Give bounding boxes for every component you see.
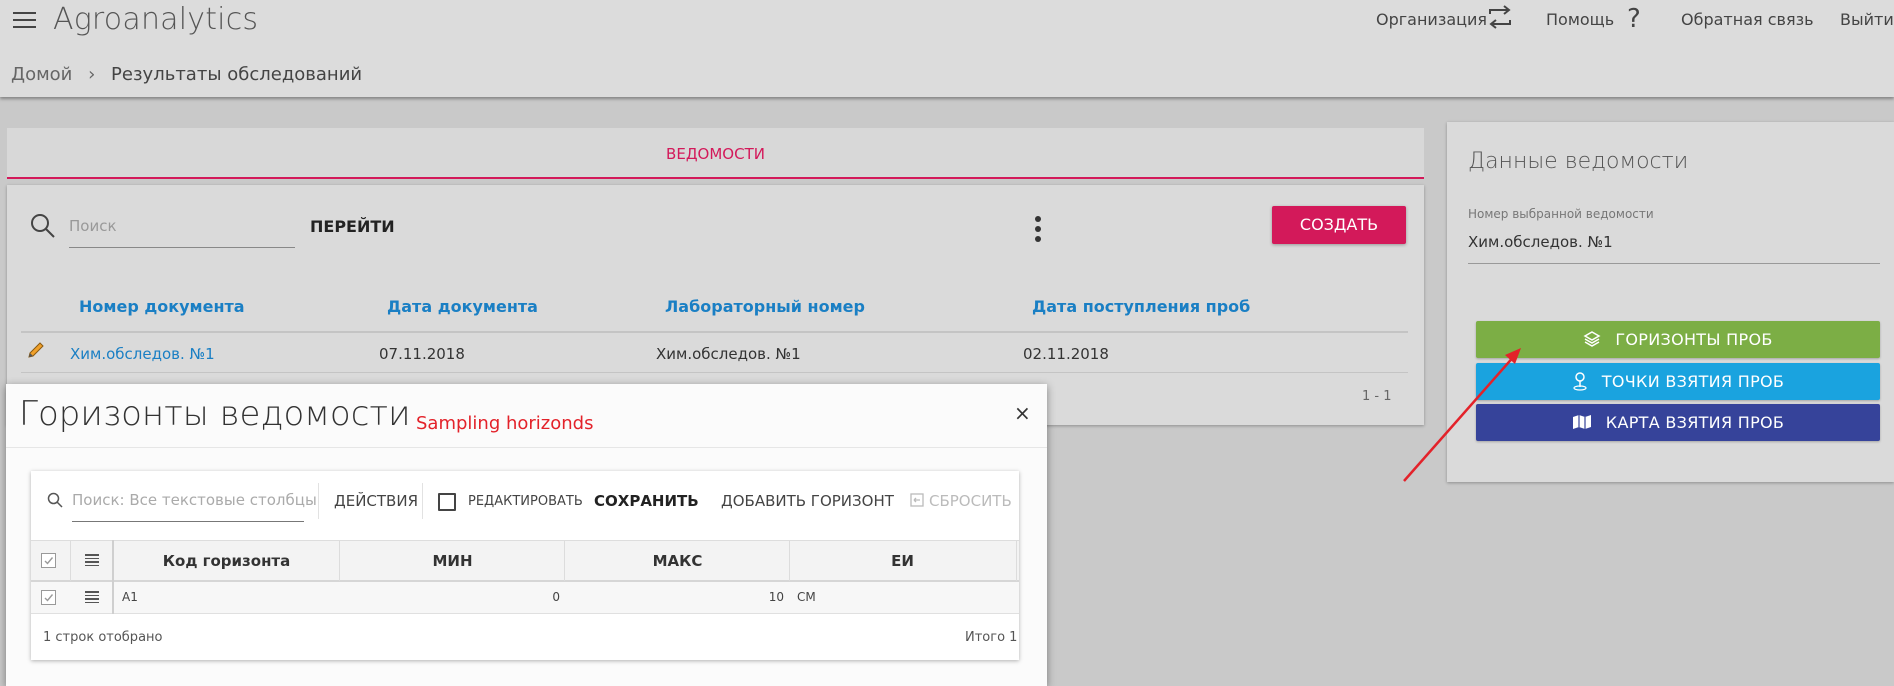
grid-search-icon xyxy=(47,492,63,508)
chevron-right-icon: › xyxy=(88,64,96,85)
breadcrumb: Домой › Результаты обследований xyxy=(11,64,362,85)
help-link[interactable]: Помощь xyxy=(1546,10,1614,29)
save-button[interactable]: СОХРАНИТЬ xyxy=(594,492,699,510)
selected-number-label: Номер выбранной ведомости xyxy=(1468,207,1654,221)
sampling-horizons-label: ГОРИЗОНТЫ ПРОБ xyxy=(1615,330,1773,349)
dialog-title: Горизонты ведомости xyxy=(19,394,411,434)
rows-total-status: Итого 1 xyxy=(965,630,1018,645)
help-question-icon[interactable]: ? xyxy=(1627,4,1641,34)
horizon-max-cell[interactable]: 10 xyxy=(565,590,784,604)
toolbar-separator xyxy=(318,483,319,519)
column-divider xyxy=(70,541,71,581)
close-icon[interactable]: × xyxy=(1014,403,1031,423)
grid-search-underline xyxy=(72,521,304,522)
pagination-info: 1 - 1 xyxy=(1362,389,1392,404)
column-menu-icon[interactable] xyxy=(85,554,99,566)
horizons-dialog: Горизонты ведомости Sampling horizonds ×… xyxy=(6,384,1047,686)
sampling-horizons-button[interactable]: ГОРИЗОНТЫ ПРОБ xyxy=(1476,321,1880,358)
column-header-receipt-date[interactable]: Дата поступления проб xyxy=(1032,297,1250,316)
breadcrumb-current: Результаты обследований xyxy=(111,64,363,85)
horizon-code-cell[interactable]: A1 xyxy=(122,590,138,604)
doc-number-link[interactable]: Хим.обследов. №1 xyxy=(70,345,215,363)
sampling-map-label: КАРТА ВЗЯТИЯ ПРОБ xyxy=(1605,413,1785,432)
edit-mode-checkbox[interactable] xyxy=(438,493,456,511)
row-select-checkbox[interactable] xyxy=(41,590,56,605)
row-divider xyxy=(21,372,1408,373)
selected-number-field[interactable]: Хим.обследов. №1 xyxy=(1468,233,1613,251)
edit-mode-label[interactable]: РЕДАКТИРОВАТЬ xyxy=(468,494,583,509)
more-options-icon[interactable] xyxy=(1035,216,1041,242)
annotation-arrow-icon xyxy=(1403,348,1521,482)
logout-link[interactable]: Выйти xyxy=(1840,10,1894,29)
map-icon xyxy=(1572,414,1591,429)
add-horizon-button[interactable]: ДОБАВИТЬ ГОРИЗОНТ xyxy=(721,492,894,510)
horizon-unit-cell[interactable]: СМ xyxy=(797,590,816,604)
actions-button[interactable]: ДЕЙСТВИЯ xyxy=(334,492,418,510)
reset-label: СБРОСИТЬ xyxy=(929,492,1012,510)
column-header-doc-date[interactable]: Дата документа xyxy=(387,297,538,316)
feedback-link[interactable]: Обратная связь xyxy=(1681,10,1814,29)
top-header: Agroanalytics Организация Помощь ? Обрат… xyxy=(0,0,1894,97)
toolbar-separator xyxy=(422,483,423,519)
edit-pencil-icon[interactable] xyxy=(27,341,45,359)
dialog-divider xyxy=(6,447,1047,448)
sampling-points-button[interactable]: ТОЧКИ ВЗЯТИЯ ПРОБ xyxy=(1476,363,1880,400)
header-divider xyxy=(21,331,1408,333)
tab-statements[interactable]: ВЕДОМОСТИ xyxy=(7,145,1424,163)
tab-bar: ВЕДОМОСТИ xyxy=(7,128,1424,179)
reset-button[interactable]: СБРОСИТЬ xyxy=(909,492,1012,510)
sampling-points-label: ТОЧКИ ВЗЯТИЯ ПРОБ xyxy=(1601,372,1785,391)
column-header-doc-number[interactable]: Номер документа xyxy=(79,297,245,316)
dialog-annotation: Sampling horizonds xyxy=(416,413,594,434)
sampling-map-button[interactable]: КАРТА ВЗЯТИЯ ПРОБ xyxy=(1476,404,1880,441)
search-icon xyxy=(30,213,56,239)
column-divider xyxy=(1016,541,1017,581)
app-title: Agroanalytics xyxy=(53,2,259,37)
column-header-lab-number[interactable]: Лабораторный номер xyxy=(665,297,865,316)
selected-number-underline xyxy=(1468,263,1880,264)
switch-organization-icon[interactable] xyxy=(1486,4,1514,37)
breadcrumb-home[interactable]: Домой xyxy=(11,64,72,85)
doc-date-cell: 07.11.2018 xyxy=(379,345,465,363)
rows-shown-status: 1 строк отобрано xyxy=(43,630,163,645)
frozen-column-divider xyxy=(112,540,114,614)
horizon-min-cell[interactable]: 0 xyxy=(340,590,560,604)
lab-number-cell: Хим.обследов. №1 xyxy=(656,345,801,363)
organization-link[interactable]: Организация xyxy=(1376,10,1487,29)
hamburger-menu-icon[interactable] xyxy=(13,12,37,30)
column-header-max[interactable]: МАКС xyxy=(565,552,790,570)
reset-icon xyxy=(910,493,924,507)
select-all-checkbox[interactable] xyxy=(41,553,56,568)
column-header-min[interactable]: МИН xyxy=(340,552,565,570)
map-pin-icon xyxy=(1573,371,1587,391)
layers-icon xyxy=(1583,330,1601,347)
table-row[interactable]: A1 0 10 СМ xyxy=(31,582,1019,614)
column-header-code[interactable]: Код горизонта xyxy=(114,552,339,570)
details-title: Данные ведомости xyxy=(1468,149,1689,174)
horizons-grid: Поиск: Все текстовые столбцы ДЕЙСТВИЯ РЕ… xyxy=(31,471,1019,660)
receipt-date-cell: 02.11.2018 xyxy=(1023,345,1109,363)
grid-header-row: Код горизонта МИН МАКС ЕИ xyxy=(31,540,1019,582)
column-header-unit[interactable]: ЕИ xyxy=(790,552,1015,570)
grid-search-input[interactable]: Поиск: Все текстовые столбцы xyxy=(72,491,317,509)
row-menu-icon[interactable] xyxy=(85,591,99,603)
create-button[interactable]: СОЗДАТЬ xyxy=(1272,206,1406,244)
goto-button[interactable]: ПЕРЕЙТИ xyxy=(310,217,395,236)
search-input[interactable]: Поиск xyxy=(69,217,117,235)
search-underline xyxy=(69,247,295,248)
